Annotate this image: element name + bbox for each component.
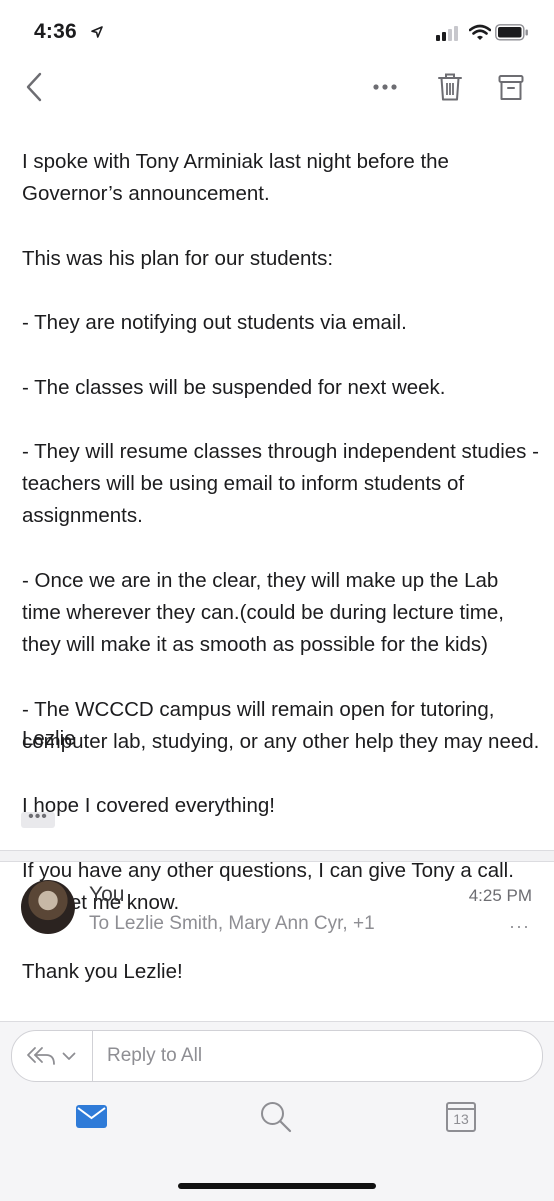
search-icon[interactable] <box>259 1100 293 1134</box>
sender-name: You <box>89 883 125 906</box>
navigation-bar <box>0 64 554 114</box>
email-body: I spoke with Tony Arminiak last night be… <box>22 114 542 951</box>
mail-icon[interactable] <box>76 1105 107 1128</box>
wifi-icon <box>469 24 491 40</box>
battery-icon <box>495 24 528 41</box>
reply-all-icon[interactable] <box>26 1045 56 1067</box>
recipients-line[interactable]: To Lezlie Smith, Mary Ann Cyr, +1 <box>89 913 375 935</box>
location-arrow-icon <box>91 26 103 38</box>
email-body-line: This was his plan for our students: <box>22 246 334 270</box>
email-body-line: - The WCCCD campus will remain open for … <box>22 697 540 753</box>
back-chevron-icon[interactable] <box>24 72 44 102</box>
message-time: 4:25 PM <box>468 886 532 905</box>
reply-bar[interactable]: Reply to All <box>11 1030 543 1082</box>
email-body-line: - The classes will be suspended for next… <box>22 375 446 399</box>
email-body-line: - They are notifying out students via em… <box>22 311 407 335</box>
cellular-signal-icon <box>436 26 458 41</box>
show-quoted-text-button[interactable]: ••• <box>21 809 55 828</box>
message-body: Thank you Lezlie! <box>22 960 183 983</box>
message-separator <box>0 851 554 861</box>
archive-icon[interactable] <box>498 74 524 102</box>
status-bar: 4:36 <box>0 0 554 64</box>
reply-bar-separator <box>92 1031 93 1081</box>
avatar[interactable] <box>21 880 75 934</box>
home-indicator <box>178 1183 376 1189</box>
more-icon[interactable] <box>372 83 398 91</box>
status-time: 4:36 <box>34 20 77 43</box>
message-more-button[interactable]: ··· <box>509 916 530 937</box>
trash-icon[interactable] <box>437 72 463 102</box>
email-body-line: I spoke with Tony Arminiak last night be… <box>22 150 449 206</box>
calendar-day: 13 <box>453 1111 469 1127</box>
chevron-down-icon[interactable] <box>62 1052 76 1061</box>
calendar-icon[interactable]: 13 <box>446 1102 476 1132</box>
divider <box>0 861 554 862</box>
reply-input[interactable]: Reply to All <box>107 1045 202 1067</box>
email-body-line: - They will resume classes through indep… <box>22 440 539 528</box>
email-body-line: I hope I covered everything! <box>22 794 275 818</box>
email-body-line: - Once we are in the clear, they will ma… <box>22 568 504 657</box>
email-signoff: Lezlie <box>22 727 76 750</box>
